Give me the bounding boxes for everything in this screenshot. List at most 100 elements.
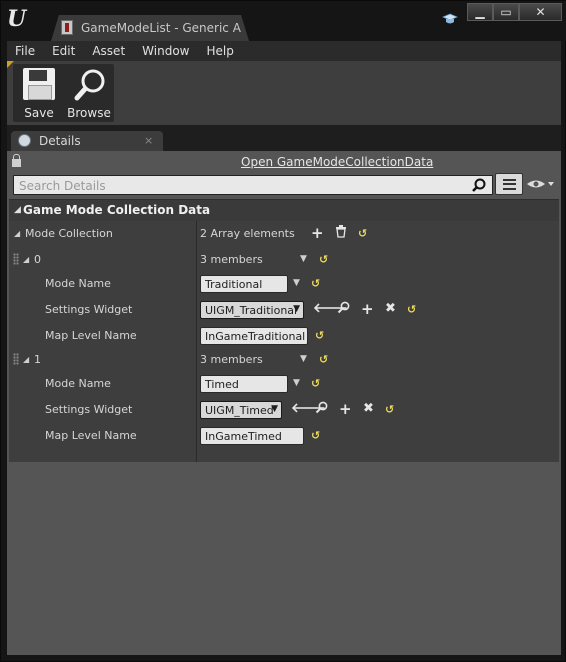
- add-icon[interactable]: +: [339, 401, 352, 417]
- property-row-settings-widget: Settings Widget UIGM_Traditional ▼ 🡐 + ✖…: [9, 297, 559, 323]
- search-input[interactable]: Search Details: [13, 175, 493, 195]
- element-options-dropdown-icon[interactable]: ▼: [300, 354, 307, 364]
- reset-to-default-icon[interactable]: ↺: [407, 303, 416, 316]
- array-element-row: ◢ 1 3 members ▼ ↺: [9, 347, 559, 373]
- element-index: 1: [34, 353, 41, 366]
- add-icon[interactable]: +: [361, 301, 374, 317]
- data-asset-icon: [61, 20, 73, 35]
- map-level-name-field[interactable]: InGameTimed: [200, 427, 304, 445]
- mode-name-field[interactable]: Timed: [200, 375, 288, 393]
- clear-x-icon[interactable]: ✖: [385, 301, 396, 317]
- menu-bar: File Edit Asset Window Help: [7, 41, 561, 61]
- save-button[interactable]: Save: [15, 66, 63, 122]
- reset-to-default-icon[interactable]: ↺: [319, 253, 328, 266]
- property-row-mode-name: Mode Name Traditional ▼ ↺: [9, 271, 559, 297]
- close-window-button[interactable]: ✕: [519, 3, 562, 21]
- map-level-name-field[interactable]: InGameTraditional: [200, 327, 308, 345]
- title-bar: U GameModeList - Generic A ▁ ▭ ✕: [1, 1, 566, 41]
- expand-arrow-icon[interactable]: ◢: [14, 229, 20, 238]
- toolbar-group: Save Browse: [13, 64, 114, 122]
- category-header[interactable]: ◢ Game Mode Collection Data: [9, 199, 559, 221]
- unreal-logo-icon[interactable]: U: [7, 7, 31, 31]
- menu-file[interactable]: File: [7, 44, 44, 58]
- view-options-button[interactable]: [495, 173, 523, 195]
- menu-help[interactable]: Help: [198, 44, 242, 58]
- mode-name-dropdown-icon[interactable]: ▼: [293, 378, 300, 388]
- element-index: 0: [34, 253, 41, 266]
- property-row-map-level: Map Level Name InGameTimed ↺: [9, 423, 559, 449]
- details-tab-close-icon[interactable]: ×: [144, 134, 153, 147]
- property-name: Settings Widget: [45, 403, 133, 416]
- open-asset-link[interactable]: Open GameModeCollectionData: [241, 155, 433, 169]
- property-name: Settings Widget: [45, 303, 133, 316]
- mode-name-dropdown-icon[interactable]: ▼: [293, 278, 300, 288]
- settings-widget-value: UIGM_Timed: [205, 404, 274, 417]
- mode-name-field[interactable]: Traditional: [200, 275, 288, 293]
- reset-to-default-icon[interactable]: ↺: [311, 429, 320, 442]
- menu-window[interactable]: Window: [134, 44, 198, 58]
- browse-label: Browse: [67, 106, 111, 120]
- property-row-map-level: Map Level Name InGameTraditional ↺: [9, 323, 559, 349]
- browse-magnifier-icon: [73, 68, 107, 102]
- settings-widget-combo[interactable]: UIGM_Traditional ▼: [200, 301, 304, 319]
- property-row-mode-name: Mode Name Timed ▼ ↺: [9, 371, 559, 397]
- chevron-down-icon: ▼: [271, 404, 278, 414]
- lock-icon[interactable]: [12, 154, 21, 167]
- element-summary: 3 members: [200, 253, 263, 266]
- reset-to-default-icon[interactable]: ↺: [319, 353, 328, 366]
- category-label: Game Mode Collection Data: [23, 203, 211, 217]
- details-magnifier-icon: [18, 134, 31, 147]
- graduation-cap-icon[interactable]: [441, 13, 459, 27]
- collapse-arrow-icon[interactable]: ◢: [14, 205, 21, 215]
- property-row-settings-widget: Settings Widget UIGM_Timed ▼ 🡐 + ✖ ↺: [9, 397, 559, 423]
- browse-asset-icon[interactable]: [315, 401, 328, 419]
- property-name: Map Level Name: [45, 429, 137, 442]
- search-placeholder: Search Details: [19, 179, 106, 193]
- element-summary: 3 members: [200, 353, 263, 366]
- property-name: Mode Name: [45, 277, 111, 290]
- expand-arrow-icon[interactable]: ◢: [23, 355, 29, 364]
- add-element-icon[interactable]: +: [311, 225, 324, 241]
- browse-asset-icon[interactable]: [337, 301, 350, 319]
- property-name: Mode Name: [45, 377, 111, 390]
- property-grid: ◢ Mode Collection 2 Array elements + ↺ ◢…: [9, 221, 559, 462]
- reset-to-default-icon[interactable]: ↺: [311, 377, 320, 390]
- settings-widget-value: UIGM_Traditional: [205, 304, 298, 317]
- details-panel: Open GameModeCollectionData Search Detai…: [7, 151, 561, 655]
- property-name: Mode Collection: [25, 227, 113, 240]
- drag-handle-icon[interactable]: [13, 353, 19, 365]
- asset-tab-title: GameModeList - Generic A: [81, 21, 241, 35]
- reset-to-default-icon[interactable]: ↺: [311, 277, 320, 290]
- trash-icon[interactable]: [335, 225, 347, 243]
- reset-to-default-icon[interactable]: ↺: [315, 329, 324, 342]
- array-element-row: ◢ 0 3 members ▼ ↺: [9, 247, 559, 273]
- property-name: Map Level Name: [45, 329, 137, 342]
- list-view-icon: [503, 179, 516, 190]
- settings-widget-combo[interactable]: UIGM_Timed ▼: [200, 401, 282, 419]
- maximize-button[interactable]: ▭: [493, 3, 519, 21]
- reset-to-default-icon[interactable]: ↺: [358, 227, 367, 240]
- asset-document-tab[interactable]: GameModeList - Generic A: [51, 15, 249, 41]
- property-row-mode-collection: ◢ Mode Collection 2 Array elements + ↺: [9, 221, 559, 247]
- editor-window: U GameModeList - Generic A ▁ ▭ ✕ File Ed…: [0, 0, 566, 662]
- window-controls: ▁ ▭ ✕: [467, 3, 562, 23]
- details-empty-area: [7, 462, 561, 655]
- save-label: Save: [24, 106, 54, 120]
- menu-edit[interactable]: Edit: [44, 44, 84, 58]
- search-icon[interactable]: [472, 178, 486, 192]
- expand-arrow-icon[interactable]: ◢: [23, 255, 29, 264]
- clear-x-icon[interactable]: ✖: [363, 401, 374, 417]
- details-tab-label: Details: [39, 134, 81, 148]
- chevron-down-icon: ▼: [293, 304, 300, 314]
- reset-to-default-icon[interactable]: ↺: [385, 403, 394, 416]
- minimize-button[interactable]: ▁: [467, 3, 493, 21]
- toolbar: Save Browse: [7, 61, 561, 125]
- menu-asset[interactable]: Asset: [84, 44, 134, 58]
- details-tab[interactable]: Details ×: [11, 131, 163, 151]
- browse-button[interactable]: Browse: [65, 66, 113, 122]
- details-tab-area: Details ×: [7, 131, 561, 151]
- element-options-dropdown-icon[interactable]: ▼: [300, 254, 307, 264]
- drag-handle-icon[interactable]: [13, 253, 19, 265]
- visibility-eye-icon[interactable]: [526, 177, 558, 193]
- array-count: 2 Array elements: [200, 227, 295, 240]
